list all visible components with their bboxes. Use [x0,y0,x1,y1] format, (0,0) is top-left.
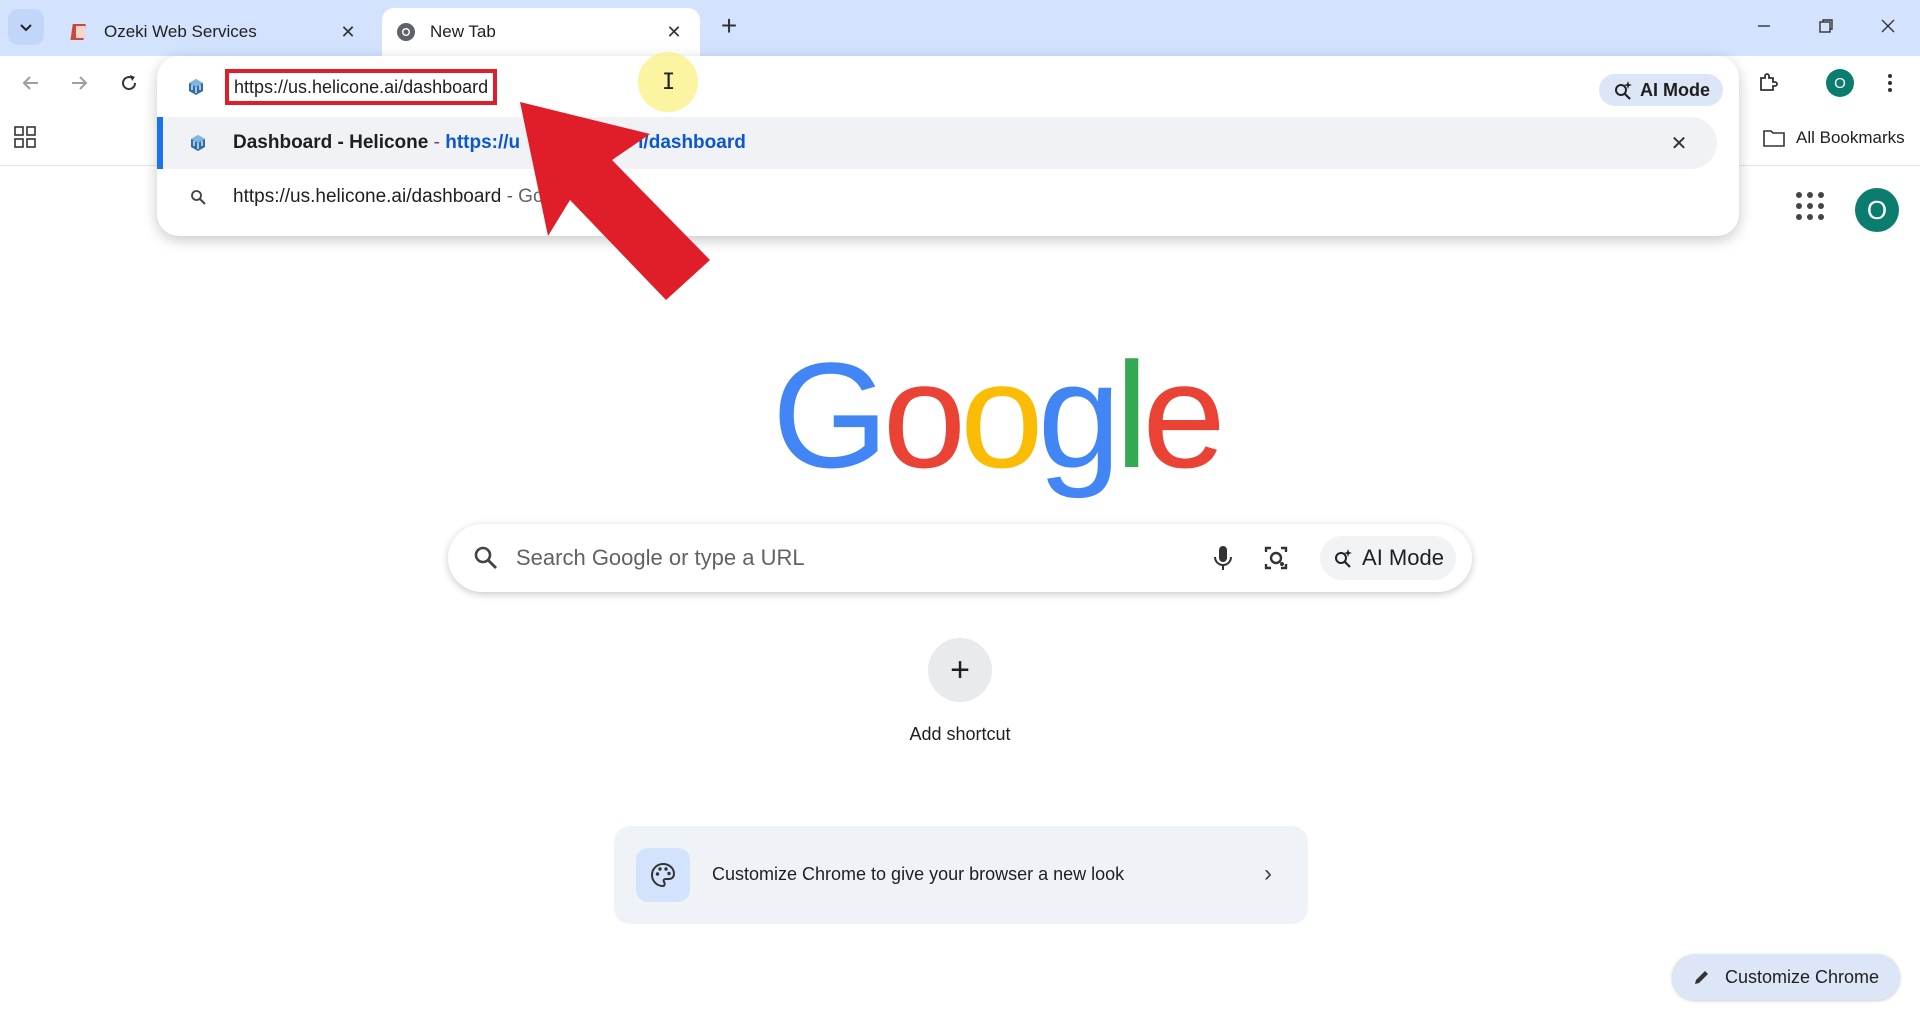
chrome-favicon-icon [397,23,415,41]
customize-button-label: Customize Chrome [1724,966,1880,987]
account-avatar[interactable]: O [1855,188,1899,232]
suggestion-item-helicone[interactable]: Dashboard - Helicone - https://u i/dashbo… [157,117,1717,169]
logo-letter: g [1037,331,1121,499]
reload-icon [122,75,137,91]
chevron-right-icon: › [1264,860,1272,887]
red-arrow-annotation-icon [520,102,710,300]
chevron-down-icon [20,24,32,32]
helicone-favicon-icon [187,132,209,154]
suggestion-title: Dashboard - Helicone [233,132,429,153]
pencil-icon [1694,971,1708,984]
tab-strip: Ozeki Web Services ✕ New Tab ✕ + [0,0,1920,56]
tab-close-icon[interactable]: ✕ [662,20,686,44]
reload-button[interactable] [110,64,148,102]
google-apps-icon[interactable] [1796,192,1824,220]
grid-icon [14,126,36,148]
tab-search-button[interactable] [8,9,44,45]
address-bar-input[interactable]: https://us.helicone.ai/dashboard [225,69,498,105]
omnibox-ai-mode-label: AI Mode [1640,79,1710,100]
folder-icon [1763,130,1785,147]
more-vert-icon [1888,74,1892,92]
customize-chrome-card[interactable]: Customize Chrome to give your browser a … [614,826,1308,924]
close-icon [1881,19,1895,33]
minimize-icon [1758,25,1770,27]
tab-close-icon[interactable]: ✕ [336,20,360,44]
palette-icon [636,848,690,902]
omnibox-dropdown: https://us.helicone.ai/dashboard AI Mode… [157,56,1739,236]
ai-search-icon [1335,549,1353,568]
logo-letter: e [1142,331,1225,499]
tab-title: Ozeki Web Services [104,22,257,41]
search-placeholder[interactable]: Search Google or type a URL [516,545,805,571]
close-window-button[interactable] [1860,6,1916,46]
add-shortcut-label: Add shortcut [909,724,1011,744]
add-shortcut[interactable]: + Add shortcut [896,638,1024,758]
suggestion-text: https://us.helicone.ai/dashboard - Go [233,186,544,208]
tab-title: New Tab [430,22,496,41]
ai-mode-button[interactable]: AI Mode [1320,536,1456,580]
browser-window: Ozeki Web Services ✕ New Tab ✕ + O All B… [0,0,1920,1018]
arrow-right-icon [72,76,88,90]
profile-button[interactable]: O [1822,64,1858,102]
logo-letter: o [882,331,966,499]
helicone-favicon-icon [189,79,203,95]
search-icon [187,186,209,208]
microphone-icon[interactable] [1208,542,1238,574]
camera-lens-icon[interactable] [1260,542,1292,574]
remove-suggestion-icon[interactable]: ✕ [1665,129,1693,157]
logo-letter: l [1115,331,1148,499]
forward-button[interactable] [60,64,98,102]
suggestion-separator: - [428,132,446,153]
omnibox-input-row: https://us.helicone.ai/dashboard AI Mode [157,62,1739,110]
plus-icon: + [928,638,992,702]
logo-letter: G [772,331,889,499]
search-icon [474,546,497,569]
customize-chrome-button[interactable]: Customize Chrome [1672,954,1900,1000]
all-bookmarks-label: All Bookmarks [1796,128,1905,147]
all-bookmarks-button[interactable]: All Bookmarks [1762,126,1905,150]
logo-letter: o [960,331,1043,499]
google-logo: Google [772,331,1226,499]
ozeki-favicon-icon [70,24,86,40]
puzzle-icon [1760,73,1778,91]
restore-icon [1819,19,1833,33]
extensions-button[interactable] [1748,64,1788,102]
search-box[interactable]: Search Google or type a URL AI Mode [448,524,1472,592]
omnibox-ai-mode-button[interactable]: AI Mode [1599,74,1723,106]
ai-mode-label: AI Mode [1362,545,1444,570]
tab-new-tab[interactable]: New Tab ✕ [382,8,700,56]
arrow-left-icon [22,76,38,90]
ai-search-icon [1615,81,1632,100]
tab-ozeki[interactable]: Ozeki Web Services ✕ [56,8,374,56]
apps-shortcut-button[interactable] [14,126,38,150]
suggestion-query: https://us.helicone.ai/dashboard [233,186,502,207]
profile-avatar: O [1826,69,1854,97]
back-button[interactable] [12,64,50,102]
customize-card-text: Customize Chrome to give your browser a … [712,864,1125,884]
new-tab-button[interactable]: + [713,10,745,42]
menu-button[interactable] [1872,64,1908,102]
minimize-button[interactable] [1736,6,1792,46]
restore-button[interactable] [1798,6,1854,46]
suggestion-item-search[interactable]: https://us.helicone.ai/dashboard - Go [157,171,1717,223]
